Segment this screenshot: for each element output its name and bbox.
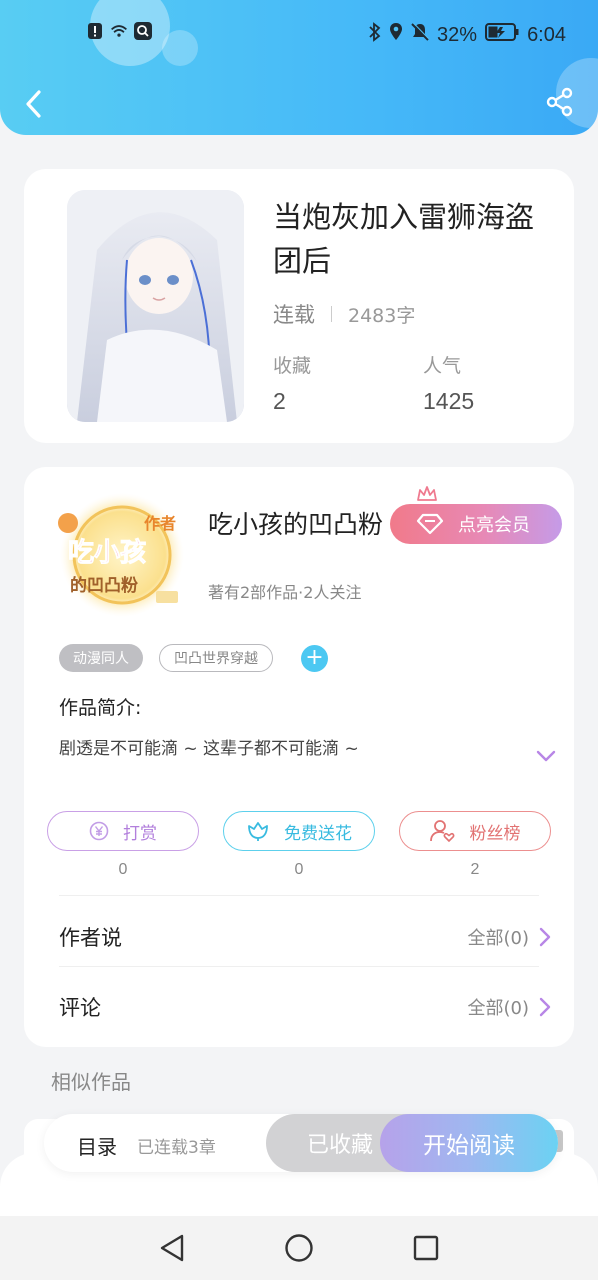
share-icon xyxy=(546,87,573,117)
flower-action: 免费送花 0 xyxy=(223,811,375,879)
author-says-label: 作者说 xyxy=(59,926,122,950)
battery-icon xyxy=(485,23,519,47)
location-icon xyxy=(389,22,403,48)
divider xyxy=(331,306,332,322)
book-cover-image[interactable] xyxy=(67,190,244,422)
tip-label: 打赏 xyxy=(123,823,157,844)
chevron-right-icon xyxy=(539,997,551,1017)
expand-button[interactable] xyxy=(536,747,556,766)
header: 32% 6:04 xyxy=(0,0,598,135)
book-meta: 连载 2483字 xyxy=(273,299,415,329)
search-app-icon xyxy=(134,22,152,40)
tag-item[interactable]: 凹凸世界穿越 xyxy=(159,644,273,672)
send-flower-button[interactable]: 免费送花 xyxy=(223,811,375,851)
vip-label: 点亮会员 xyxy=(458,515,530,536)
serial-status: 连载 xyxy=(273,303,315,327)
share-button[interactable] xyxy=(544,86,576,118)
flower-count: 0 xyxy=(294,861,304,878)
word-count: 2483字 xyxy=(348,304,416,327)
tag-list: 动漫同人 凹凸世界穿越 + xyxy=(59,644,328,672)
intro-title: 作品简介: xyxy=(59,697,142,719)
favorites-stat: 收藏 2 xyxy=(273,351,311,415)
avatar-text-main: 吃小孩 xyxy=(68,537,146,568)
chapter-count: 已连载3章 xyxy=(137,1138,216,1158)
tag-item[interactable]: 动漫同人 xyxy=(59,644,143,672)
status-bar: 32% 6:04 xyxy=(0,18,598,54)
comments-count: 全部(0) xyxy=(467,998,530,1019)
chevron-right-icon xyxy=(539,927,551,947)
add-tag-button[interactable]: + xyxy=(301,644,328,672)
divider xyxy=(59,895,539,896)
mute-icon xyxy=(411,22,429,48)
favorites-value: 2 xyxy=(273,388,286,414)
chevron-down-icon xyxy=(536,750,556,762)
crown-icon xyxy=(416,484,438,507)
nav-home-button[interactable] xyxy=(281,1230,317,1266)
comments-row[interactable]: 评论 全部(0) xyxy=(59,987,551,1027)
yen-coin-icon xyxy=(89,821,109,841)
book-title: 当炮灰加入雷狮海盗团后 xyxy=(273,200,535,278)
alert-icon xyxy=(86,22,104,40)
author-card: 作者 吃小孩 的凹凸粉 吃小孩的凹凸粉 点亮会员 著有2部作品·2人关注 动漫同… xyxy=(24,467,574,1047)
avatar-text-top: 作者 xyxy=(144,514,176,533)
favorites-label: 收藏 xyxy=(273,355,312,377)
popularity-stat: 人气 1425 xyxy=(423,351,474,415)
user-heart-icon xyxy=(429,820,454,843)
catalog-button[interactable]: 目录 xyxy=(77,1131,117,1160)
clock: 6:04 xyxy=(527,23,566,46)
popularity-label: 人气 xyxy=(423,355,462,377)
comments-label: 评论 xyxy=(59,996,101,1020)
intro-text: 剧透是不可能滴 ~ 这辈子都不可能滴 ~ xyxy=(59,739,359,759)
fans-ranking-button[interactable]: 粉丝榜 xyxy=(399,811,551,851)
author-avatar[interactable]: 作者 吃小孩 的凹凸粉 xyxy=(48,487,198,617)
author-summary: 著有2部作品·2人关注 xyxy=(208,583,362,602)
back-triangle-icon xyxy=(160,1234,184,1262)
tip-count: 0 xyxy=(118,861,128,878)
book-info-card: 当炮灰加入雷狮海盗团后 连载 2483字 收藏 2 人气 1425 xyxy=(24,169,574,443)
battery-level: 32% xyxy=(437,23,478,46)
divider xyxy=(59,966,539,967)
avatar-text-sub: 的凹凸粉 xyxy=(70,575,138,596)
wifi-icon xyxy=(110,22,128,40)
diamond-icon xyxy=(416,512,444,541)
similar-works-title: 相似作品 xyxy=(51,1070,131,1094)
bluetooth-icon xyxy=(369,22,381,48)
fans-count: 2 xyxy=(470,861,480,878)
tip-button[interactable]: 打赏 xyxy=(47,811,199,851)
system-navigation-bar xyxy=(0,1216,598,1280)
home-circle-icon xyxy=(285,1234,313,1262)
action-row: 打赏 0 免费送花 0 粉丝榜 2 xyxy=(47,811,551,881)
vip-button[interactable]: 点亮会员 xyxy=(390,486,562,544)
author-says-row[interactable]: 作者说 全部(0) xyxy=(59,917,551,957)
chevron-left-icon xyxy=(26,90,41,118)
bottom-action-bar: 目录 已连载3章 已收藏 开始阅读 xyxy=(44,1114,558,1172)
tip-action: 打赏 0 xyxy=(47,811,199,879)
flower-label: 免费送花 xyxy=(284,823,352,844)
recents-square-icon xyxy=(413,1235,439,1261)
back-button[interactable] xyxy=(18,86,48,122)
popularity-value: 1425 xyxy=(423,388,475,414)
fans-action: 粉丝榜 2 xyxy=(399,811,551,879)
start-reading-button[interactable]: 开始阅读 xyxy=(380,1114,558,1172)
fans-label: 粉丝榜 xyxy=(469,823,521,844)
author-says-count: 全部(0) xyxy=(467,928,530,949)
nav-recents-button[interactable] xyxy=(408,1230,444,1266)
nav-back-button[interactable] xyxy=(154,1230,190,1266)
flower-icon xyxy=(248,822,268,841)
author-name[interactable]: 吃小孩的凹凸粉 xyxy=(208,505,383,541)
